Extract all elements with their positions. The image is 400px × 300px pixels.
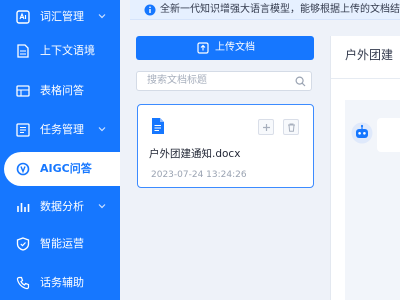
sidebar-item-label: 任务管理 <box>40 123 84 136</box>
sidebar-item-smart-ops[interactable]: 智能运营 <box>0 227 120 261</box>
upload-document-button[interactable]: 上传文档 <box>136 36 314 60</box>
sidebar-item-label: 上下文语境 <box>40 44 95 57</box>
sidebar-item-data-analysis[interactable]: 数据分析 <box>0 190 120 224</box>
search-icon[interactable] <box>295 76 306 87</box>
upload-icon <box>197 42 209 54</box>
plus-icon <box>263 124 270 131</box>
sidebar-item-label: AIGC问答 <box>40 162 92 175</box>
notice-bar: 全新一代知识增强大语言模型，能够根据上传的文档结合 <box>130 0 400 20</box>
chevron-down-icon <box>98 14 106 19</box>
trash-icon <box>288 123 295 132</box>
word-file-icon <box>152 118 164 134</box>
info-icon <box>144 4 156 16</box>
chevron-down-icon <box>98 204 106 209</box>
sidebar-item-label: 表格问答 <box>40 84 84 97</box>
chart-icon <box>17 203 30 212</box>
sidebar-item-table-qa[interactable]: 表格问答 <box>0 74 120 108</box>
sidebar: 词汇管理 上下文语境 表格问答 任务管理 AIGC问答 数据分析 智能运营 话务… <box>0 0 120 300</box>
robot-avatar-icon <box>351 122 373 144</box>
table-icon <box>16 85 30 97</box>
sidebar-item-label: 词汇管理 <box>40 10 84 23</box>
phone-icon <box>16 276 30 290</box>
document-card[interactable]: 户外团建通知.docx 2023-07-24 13:24:26 <box>137 104 314 188</box>
document-name: 户外团建通知.docx <box>149 148 241 160</box>
sidebar-item-label: 智能运营 <box>40 237 84 250</box>
upload-button-label: 上传文档 <box>215 42 255 53</box>
aigc-icon <box>16 162 30 176</box>
sidebar-item-label: 话务辅助 <box>40 276 84 289</box>
document-timestamp: 2023-07-24 13:24:26 <box>151 170 247 180</box>
shield-icon <box>16 237 30 251</box>
document-search-input[interactable]: 搜索文档标题 <box>136 71 312 91</box>
document-delete-button[interactable] <box>283 119 299 135</box>
context-icon <box>17 44 29 58</box>
vocabulary-icon <box>16 10 30 24</box>
chat-panel-title: 户外团建 <box>345 48 394 62</box>
sidebar-item-vocabulary[interactable]: 词汇管理 <box>0 0 120 34</box>
search-placeholder: 搜索文档标题 <box>147 75 207 86</box>
sidebar-item-aigc[interactable]: AIGC问答 <box>4 152 120 186</box>
chat-panel: 户外团建 <box>330 36 400 300</box>
sidebar-item-context[interactable]: 上下文语境 <box>0 34 120 68</box>
document-add-button[interactable] <box>258 119 274 135</box>
task-icon <box>16 123 30 137</box>
sidebar-item-call-assist[interactable]: 话务辅助 <box>0 266 120 300</box>
notice-text: 全新一代知识增强大语言模型，能够根据上传的文档结合 <box>160 4 400 15</box>
sidebar-item-label: 数据分析 <box>40 200 84 213</box>
chevron-down-icon <box>98 127 106 132</box>
chat-message-bubble <box>377 118 400 152</box>
sidebar-item-task[interactable]: 任务管理 <box>0 113 120 147</box>
panel-divider <box>331 78 400 79</box>
